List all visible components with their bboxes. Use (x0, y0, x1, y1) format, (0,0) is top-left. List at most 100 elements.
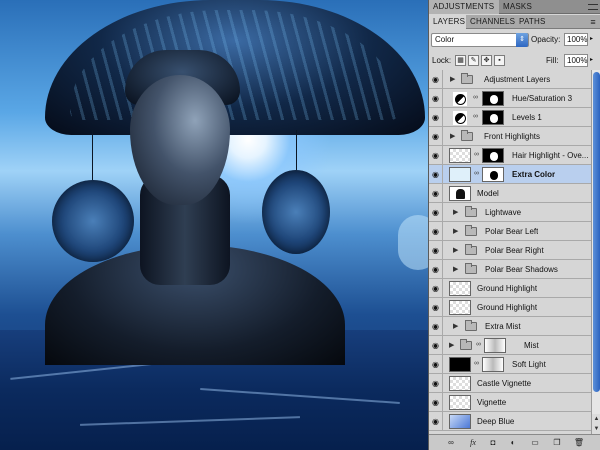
chain-link-icon[interactable]: ∞ (474, 151, 479, 158)
scroll-up-icon[interactable]: ▲ (592, 414, 600, 424)
eye-icon[interactable]: ◉ (429, 108, 443, 127)
layer-row[interactable]: ◉ ▶ Front Highlights (429, 127, 591, 146)
link-layers-icon[interactable]: ∞ (445, 437, 457, 448)
layer-thumbnail[interactable] (449, 414, 471, 429)
layer-row[interactable]: ◉ ▶ Extra Mist (429, 317, 591, 336)
layer-row[interactable]: ◉ Model (429, 184, 591, 203)
eye-icon[interactable]: ◉ (429, 355, 443, 374)
fill-label: Fill: (546, 56, 559, 65)
eye-icon[interactable]: ◉ (429, 165, 443, 184)
layer-thumbnail[interactable] (449, 300, 471, 315)
expand-triangle-icon[interactable]: ▶ (450, 75, 455, 83)
eye-icon[interactable]: ◉ (429, 184, 443, 203)
eye-icon[interactable]: ◉ (429, 222, 443, 241)
tab-layers[interactable]: LAYERS (429, 15, 466, 29)
lock-transparency-icon[interactable]: ▦ (455, 55, 466, 66)
layer-row[interactable]: ◉ ▶ Polar Bear Left (429, 222, 591, 241)
scrollbar-thumb[interactable] (593, 72, 600, 392)
add-mask-icon[interactable]: ◘ (487, 437, 499, 448)
eye-icon[interactable]: ◉ (429, 374, 443, 393)
tab-paths[interactable]: PATHS (515, 15, 549, 29)
layer-row[interactable]: ◉ ▶ Adjustment Layers (429, 70, 591, 89)
eye-icon[interactable]: ◉ (429, 317, 443, 336)
layer-thumbnail[interactable] (449, 376, 471, 391)
layer-mask-thumbnail[interactable] (482, 148, 504, 163)
layer-row[interactable]: ◉ ∞ Hair Highlight - Ove... (429, 146, 591, 165)
blend-mode-select[interactable]: Color ⇕ (431, 33, 529, 47)
layer-row-selected[interactable]: ◉ ∞ Extra Color (429, 165, 591, 184)
layer-row[interactable]: ◉ ▶ Polar Bear Shadows (429, 260, 591, 279)
layer-thumbnail[interactable] (449, 395, 471, 410)
layer-row[interactable]: ◉ Deep Blue (429, 412, 591, 431)
eye-icon[interactable]: ◉ (429, 279, 443, 298)
layer-thumbnail[interactable] (449, 186, 471, 201)
trash-icon[interactable]: 🗑 (573, 437, 585, 448)
layer-mask-thumbnail[interactable] (482, 91, 504, 106)
layer-name: Extra Mist (485, 322, 521, 331)
tab-masks[interactable]: MASKS (499, 0, 535, 14)
layer-row[interactable]: ◉ Castle Vignette (429, 374, 591, 393)
eye-icon[interactable]: ◉ (429, 336, 443, 355)
fill-arrow-icon[interactable]: ▸ (590, 55, 596, 65)
chain-link-icon[interactable]: ∞ (473, 113, 478, 120)
lock-paint-icon[interactable]: ✎ (468, 55, 479, 66)
layer-row[interactable]: ◉ Vignette (429, 393, 591, 412)
chain-link-icon[interactable]: ∞ (474, 170, 479, 177)
document-canvas[interactable] (0, 0, 428, 450)
expand-triangle-icon[interactable]: ▶ (453, 246, 458, 254)
opacity-arrow-icon[interactable]: ▸ (590, 34, 596, 44)
layer-mask-thumbnail[interactable] (482, 110, 504, 125)
eye-icon[interactable]: ◉ (429, 412, 443, 431)
expand-triangle-icon[interactable]: ▶ (453, 208, 458, 216)
fill-field[interactable]: 100% (564, 54, 588, 67)
layer-mask-thumbnail[interactable] (484, 338, 506, 353)
eye-icon[interactable]: ◉ (429, 260, 443, 279)
eye-icon[interactable]: ◉ (429, 203, 443, 222)
layer-row[interactable]: ◉ ▶ Polar Bear Right (429, 241, 591, 260)
layer-thumbnail[interactable] (449, 357, 471, 372)
layer-row[interactable]: ◉ ▶ ∞ Mist (429, 336, 591, 355)
chain-link-icon[interactable]: ∞ (473, 94, 478, 101)
eye-icon[interactable]: ◉ (429, 146, 443, 165)
expand-triangle-icon[interactable]: ▶ (453, 265, 458, 273)
layer-row[interactable]: ◉ ▶ Lightwave (429, 203, 591, 222)
layer-row[interactable]: ◉ Ground Highlight (429, 279, 591, 298)
panel-menu-icon[interactable]: ≡ (588, 17, 598, 27)
new-group-icon[interactable]: ▭ (529, 437, 541, 448)
panel-collapse-icon[interactable] (588, 4, 598, 10)
eye-icon[interactable]: ◉ (429, 89, 443, 108)
layer-thumbnail[interactable] (449, 148, 471, 163)
expand-triangle-icon[interactable]: ▶ (449, 341, 454, 349)
hue-saturation-icon (453, 92, 467, 106)
layer-mask-thumbnail[interactable] (482, 357, 504, 372)
layer-name: Polar Bear Right (485, 246, 544, 255)
adjustment-layer-icon[interactable]: ◐ (507, 437, 519, 448)
eye-icon[interactable]: ◉ (429, 393, 443, 412)
layer-list-scrollbar[interactable]: ▲ ▼ (591, 70, 600, 434)
folder-icon (460, 339, 472, 350)
lock-position-icon[interactable]: ✥ (481, 55, 492, 66)
lock-all-icon[interactable]: ▪ (494, 55, 505, 66)
layer-row[interactable]: ◉ ∞ Soft Light (429, 355, 591, 374)
layer-mask-thumbnail[interactable] (482, 167, 504, 182)
fx-icon[interactable]: fx (467, 437, 479, 448)
eye-icon[interactable]: ◉ (429, 298, 443, 317)
expand-triangle-icon[interactable]: ▶ (453, 322, 458, 330)
opacity-field[interactable]: 100% (564, 33, 588, 46)
layer-row[interactable]: ◉ ∞ Levels 1 (429, 108, 591, 127)
eye-icon[interactable]: ◉ (429, 70, 443, 89)
chain-link-icon[interactable]: ∞ (476, 341, 481, 348)
tab-adjustments[interactable]: ADJUSTMENTS (429, 0, 499, 14)
expand-triangle-icon[interactable]: ▶ (453, 227, 458, 235)
layer-row[interactable]: ◉ ∞ Hue/Saturation 3 (429, 89, 591, 108)
scroll-down-icon[interactable]: ▼ (592, 424, 600, 434)
layer-thumbnail[interactable] (449, 167, 471, 182)
layer-row[interactable]: ◉ Ground Highlight (429, 298, 591, 317)
new-layer-icon[interactable]: ❐ (551, 437, 563, 448)
tab-channels[interactable]: CHANNELS (466, 15, 515, 29)
chain-link-icon[interactable]: ∞ (474, 360, 479, 367)
eye-icon[interactable]: ◉ (429, 241, 443, 260)
layer-thumbnail[interactable] (449, 281, 471, 296)
eye-icon[interactable]: ◉ (429, 127, 443, 146)
expand-triangle-icon[interactable]: ▶ (450, 132, 455, 140)
